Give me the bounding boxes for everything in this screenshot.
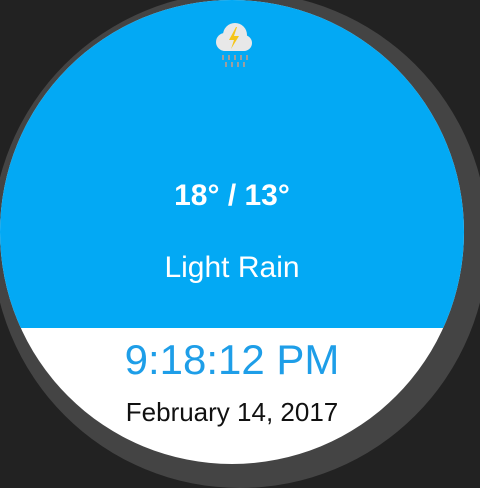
watch-face[interactable]: 18° / 13° Light Rain 9:18:12 PM February…: [0, 0, 464, 464]
clock-time: 9:18:12 PM: [124, 336, 340, 383]
watch-bezel: 18° / 13° Light Rain 9:18:12 PM February…: [0, 0, 480, 488]
thunderstorm-rain-icon: [216, 23, 252, 67]
clock-date: February 14, 2017: [125, 397, 339, 427]
temperature-range: 18° / 13°: [174, 179, 290, 212]
weather-condition: Light Rain: [164, 251, 300, 284]
weather-panel: 18° / 13° Light Rain: [0, 0, 464, 328]
